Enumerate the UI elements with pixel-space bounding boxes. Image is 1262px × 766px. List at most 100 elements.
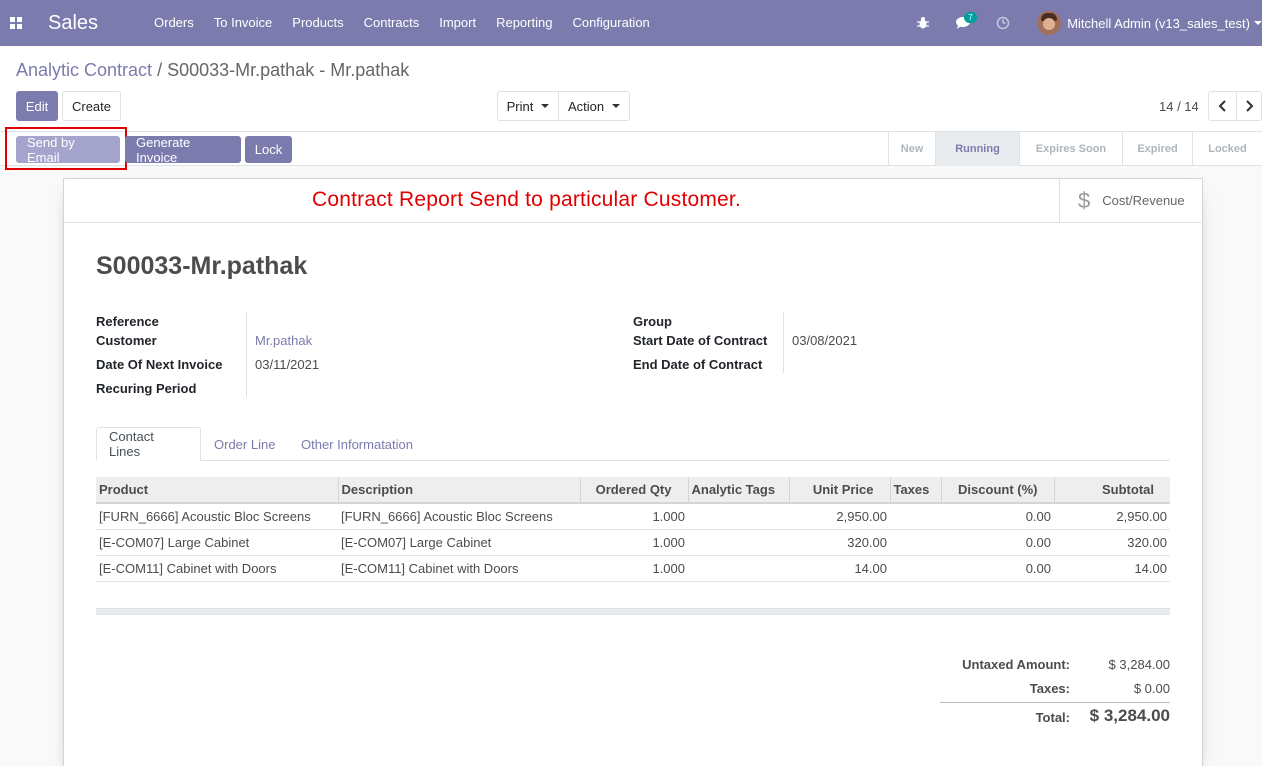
action-dropdown-button[interactable]: Action: [558, 91, 630, 121]
taxes-label: Taxes:: [1029, 681, 1070, 696]
messages-count-badge: 7: [964, 12, 977, 23]
stage-running[interactable]: Running: [935, 132, 1019, 166]
cost-revenue-label: Cost/Revenue: [1102, 193, 1185, 208]
table-footer: [96, 608, 1170, 615]
print-label: Print: [506, 98, 534, 114]
stage-new[interactable]: New: [888, 132, 935, 166]
total-value: $ 3,284.00: [1089, 706, 1170, 725]
column-header-taxes[interactable]: Taxes: [890, 477, 942, 504]
cost-revenue-button[interactable]: $ Cost/Revenue: [1059, 179, 1202, 222]
cell-subtotal: 2,950.00: [1054, 503, 1170, 530]
cell-unit-price: 2,950.00: [789, 503, 890, 530]
pager-next-button[interactable]: [1236, 91, 1262, 121]
pager-value[interactable]: 14 / 14: [1159, 99, 1199, 114]
create-button[interactable]: Create: [62, 91, 121, 121]
cell-ordered-qty: 1.000: [580, 555, 688, 582]
main-menu: Orders To Invoice Products Contracts Imp…: [144, 0, 660, 46]
annotation-text: Contract Report Send to particular Custo…: [312, 188, 741, 211]
contract-lines-table: Product Description Ordered Qty Analytic…: [96, 477, 1170, 582]
bug-icon[interactable]: [903, 0, 943, 46]
cell-product: [E-COM11] Cabinet with Doors: [96, 555, 338, 582]
cell-analytic-tags: [688, 529, 789, 556]
cell-ordered-qty: 1.000: [580, 529, 688, 556]
cell-discount: 0.00: [941, 529, 1054, 556]
lock-button[interactable]: Lock: [245, 136, 292, 163]
untaxed-amount-label: Untaxed Amount:: [962, 657, 1070, 672]
column-header-unit-price[interactable]: Unit Price: [789, 477, 891, 504]
user-menu-caret-icon[interactable]: [1254, 21, 1262, 25]
column-header-analytic-tags[interactable]: Analytic Tags: [688, 477, 790, 504]
total-label: Total:: [1035, 710, 1070, 725]
cell-analytic-tags: [688, 503, 789, 530]
menu-item-import[interactable]: Import: [429, 0, 486, 46]
menu-item-products[interactable]: Products: [282, 0, 353, 46]
stage-pipeline: New Running Expires Soon Expired Locked: [888, 132, 1262, 166]
control-panel: Analytic Contract / S00033-Mr.pathak - M…: [0, 46, 1262, 132]
pager-previous-button[interactable]: [1208, 91, 1237, 121]
app-name[interactable]: Sales: [48, 12, 142, 35]
tab-contact-lines[interactable]: Contact Lines: [96, 427, 201, 461]
column-header-ordered-qty[interactable]: Ordered Qty: [580, 477, 689, 504]
start-date-value[interactable]: 03/08/2021: [792, 333, 857, 348]
action-label: Action: [567, 98, 605, 114]
form-statusbar: Send by Email Generate Invoice Lock New …: [0, 127, 1262, 170]
table-row[interactable]: [E-COM11] Cabinet with Doors [E-COM11] C…: [96, 555, 1170, 582]
navbar-systray: 7 Mitchell Admin (v13_sales_test): [903, 0, 1262, 46]
table-row[interactable]: [FURN_6666] Acoustic Bloc Screens [FURN_…: [96, 503, 1170, 530]
breadcrumb-current: S00033-Mr.pathak - Mr.pathak: [167, 60, 410, 80]
messages-icon[interactable]: 7: [943, 0, 983, 46]
generate-invoice-button[interactable]: Generate Invoice: [125, 135, 241, 165]
chevron-right-icon: [1246, 100, 1254, 112]
menu-item-configuration[interactable]: Configuration: [562, 0, 659, 46]
stage-expires-soon[interactable]: Expires Soon: [1019, 132, 1122, 166]
end-date-label: End Date of Contract: [633, 357, 763, 372]
menu-item-orders[interactable]: Orders: [144, 0, 204, 46]
stage-expired[interactable]: Expired: [1122, 132, 1192, 166]
user-name[interactable]: Mitchell Admin (v13_sales_test): [1067, 16, 1250, 31]
stage-locked[interactable]: Locked: [1192, 132, 1262, 166]
cell-subtotal: 14.00: [1054, 555, 1170, 582]
form-sheet: Contract Report Send to particular Custo…: [63, 178, 1203, 766]
column-header-subtotal[interactable]: Subtotal: [1054, 477, 1170, 504]
button-box: Contract Report Send to particular Custo…: [64, 179, 1202, 223]
cell-taxes: [890, 503, 941, 530]
group-label: Group: [633, 314, 672, 329]
menu-item-contracts[interactable]: Contracts: [354, 0, 430, 46]
record-title: S00033-Mr.pathak: [96, 252, 308, 280]
breadcrumb-parent-link[interactable]: Analytic Contract: [16, 60, 152, 80]
column-header-description[interactable]: Description: [338, 477, 581, 504]
cell-analytic-tags: [688, 555, 789, 582]
tab-order-line[interactable]: Order Line: [202, 427, 287, 461]
cell-description: [E-COM11] Cabinet with Doors: [338, 555, 580, 582]
tab-other-information[interactable]: Other Informatation: [289, 427, 425, 461]
taxes-value: $ 0.00: [1133, 681, 1170, 696]
apps-menu-icon[interactable]: [0, 0, 32, 46]
edit-button[interactable]: Edit: [16, 91, 58, 121]
clock-icon[interactable]: [983, 0, 1023, 46]
cell-description: [FURN_6666] Acoustic Bloc Screens: [338, 503, 580, 530]
print-dropdown-button[interactable]: Print: [497, 91, 559, 121]
dollar-icon: $: [1078, 187, 1091, 213]
field-divider: [246, 312, 247, 397]
cell-taxes: [890, 555, 941, 582]
table-row[interactable]: [E-COM07] Large Cabinet [E-COM07] Large …: [96, 529, 1170, 556]
column-header-discount[interactable]: Discount (%): [941, 477, 1055, 504]
cell-subtotal: 320.00: [1054, 529, 1170, 556]
next-invoice-date-label: Date Of Next Invoice: [96, 357, 223, 372]
cell-discount: 0.00: [941, 503, 1054, 530]
chevron-left-icon: [1218, 100, 1226, 112]
table-header-row: Product Description Ordered Qty Analytic…: [96, 477, 1170, 504]
cell-product: [E-COM07] Large Cabinet: [96, 529, 338, 556]
customer-link[interactable]: Mr.pathak: [255, 333, 312, 348]
next-invoice-date-value[interactable]: 03/11/2021: [255, 357, 319, 372]
cell-taxes: [890, 529, 941, 556]
column-header-product[interactable]: Product: [96, 477, 339, 504]
user-avatar[interactable]: [1037, 11, 1062, 35]
field-divider: [783, 312, 784, 373]
menu-item-reporting[interactable]: Reporting: [486, 0, 562, 46]
caret-down-icon: [541, 104, 550, 108]
menu-item-to-invoice[interactable]: To Invoice: [204, 0, 283, 46]
send-by-email-button[interactable]: Send by Email: [16, 135, 120, 165]
cell-discount: 0.00: [941, 555, 1054, 582]
top-navbar: Sales Orders To Invoice Products Contrac…: [0, 0, 1262, 46]
